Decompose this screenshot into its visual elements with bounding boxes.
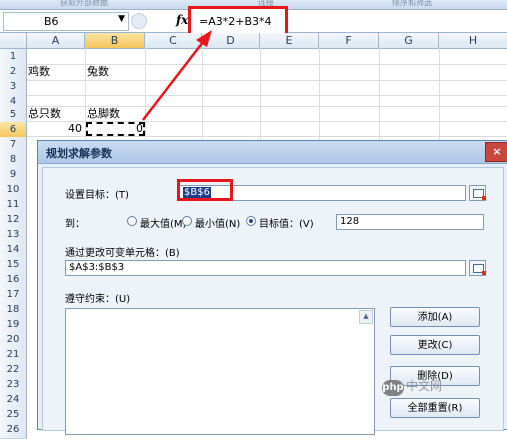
column-header-a[interactable]: A — [27, 33, 85, 49]
name-box-value: B6 — [44, 15, 59, 28]
set-target-label: 设置目标：(T) — [65, 190, 129, 201]
row-header[interactable]: 26 — [0, 422, 27, 439]
dialog-title: 规划求解参数 — [46, 147, 112, 160]
watermark-text: 中文网 — [406, 379, 443, 393]
formula-bar: B6 ▼ fx =A3*2+B3*4 — [0, 6, 507, 36]
cancel-icon[interactable] — [131, 13, 147, 29]
to-label: 到： — [65, 219, 85, 230]
add-button[interactable]: 添加(A) — [390, 307, 480, 327]
radio-min[interactable] — [182, 216, 192, 226]
radio-value[interactable] — [246, 216, 256, 226]
chevron-down-icon[interactable]: ▼ — [118, 14, 125, 24]
changing-cells-label: 通过更改可变单元格：(B) — [65, 248, 180, 259]
constraints-list[interactable]: ▲ — [65, 308, 375, 435]
close-icon[interactable]: × — [485, 142, 507, 162]
column-header-e[interactable]: E — [260, 33, 319, 49]
range-select-icon[interactable] — [469, 260, 486, 276]
grid-line — [26, 80, 507, 81]
ribbon-group-label: 获取外部数据 — [60, 0, 108, 7]
column-header-h[interactable]: H — [439, 33, 507, 49]
radio-min-label[interactable]: 最小值(N) — [195, 215, 240, 230]
range-select-icon[interactable] — [469, 185, 486, 201]
radio-value-label[interactable]: 目标值：(V) — [259, 215, 314, 230]
radio-max-label[interactable]: 最大值(M) — [140, 215, 186, 230]
cell-b2[interactable]: 兔数 — [87, 64, 109, 80]
reset-all-button[interactable]: 全部重置(R) — [390, 398, 480, 418]
cell-b5[interactable]: 总脚数 — [87, 106, 120, 122]
cell-a6[interactable]: 40 — [27, 121, 82, 137]
select-all-corner[interactable] — [0, 33, 27, 49]
name-box[interactable]: B6 ▼ — [3, 12, 129, 31]
formula-value: =A3*2+B3*4 — [199, 15, 272, 28]
column-header-c[interactable]: C — [145, 33, 202, 49]
function-icon[interactable]: fx — [176, 13, 188, 27]
grid-line — [26, 95, 507, 96]
change-button[interactable]: 更改(C) — [390, 335, 480, 355]
column-header-g[interactable]: G — [379, 33, 439, 49]
watermark: php 中文网 — [382, 377, 442, 396]
watermark-badge: php — [382, 380, 404, 396]
target-value-input[interactable]: 128 — [336, 214, 484, 230]
formula-input-highlight[interactable]: =A3*2+B3*4 — [188, 6, 288, 36]
column-header-d[interactable]: D — [202, 33, 260, 49]
scroll-up-icon[interactable]: ▲ — [359, 310, 373, 324]
column-header-f[interactable]: F — [319, 33, 379, 49]
cell-a5[interactable]: 总只数 — [28, 106, 61, 122]
target-highlight — [177, 179, 233, 201]
radio-max[interactable] — [127, 216, 137, 226]
ribbon-group-label: 排序和筛选 — [392, 0, 432, 7]
cell-a2[interactable]: 鸡数 — [28, 64, 50, 80]
dialog-titlebar[interactable]: 规划求解参数 × — [38, 141, 507, 164]
selected-cell-marquee — [86, 122, 145, 136]
constraints-label: 遵守约束：(U) — [65, 294, 131, 305]
column-header-b[interactable]: B — [85, 33, 145, 49]
changing-cells-input[interactable]: $A$3:$B$3 — [65, 260, 466, 276]
